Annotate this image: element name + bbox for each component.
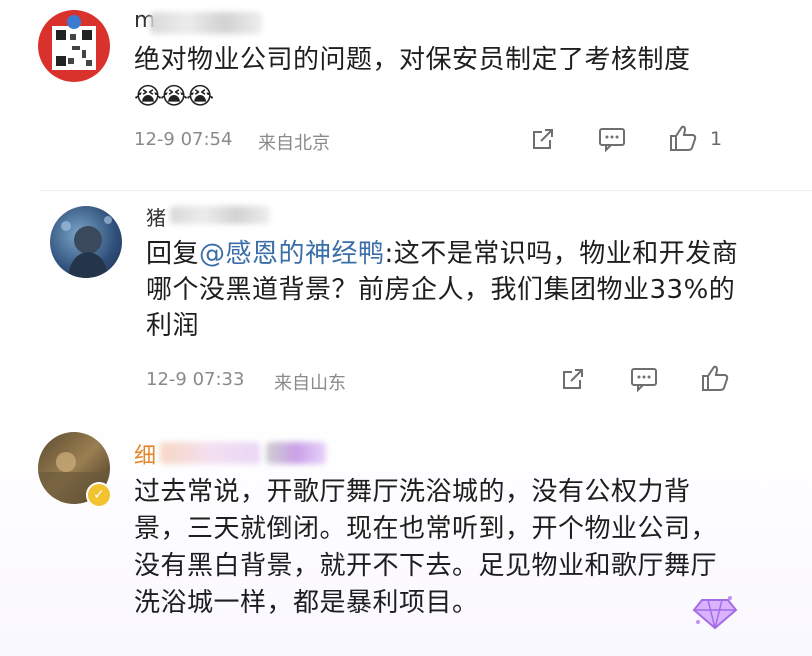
crying-emoji-icon: 😭: [186, 82, 214, 110]
verified-badge-icon: ✓: [86, 482, 112, 508]
like-count: 1: [710, 128, 723, 150]
like-icon[interactable]: [668, 124, 698, 152]
avatar-figure-icon: [61, 216, 112, 278]
mention-link[interactable]: @感恩的神经鸭: [199, 239, 385, 269]
location: 来自北京: [258, 133, 330, 154]
share-icon[interactable]: [560, 366, 586, 392]
reply-text: 回复@感恩的神经鸭:这不是常识吗，物业和开发商哪个没黑道背景？前房企人，我们集团…: [146, 236, 746, 344]
username[interactable]: 猪: [146, 202, 166, 231]
share-icon[interactable]: [530, 126, 556, 152]
comment-text: 绝对物业公司的问题，对保安员制定了考核制度: [134, 45, 691, 75]
comment-text: 过去常说，开歌厅舞厅洗浴城的，没有公权力背景，三天就倒闭。现在也常听到，开个物业…: [134, 477, 718, 618]
avatar[interactable]: [50, 206, 122, 278]
timestamp: 12-9 07:54: [134, 129, 233, 150]
blurred-username: [170, 206, 270, 224]
like-icon[interactable]: [700, 364, 730, 392]
blurred-badge: [266, 442, 326, 464]
comment-2: 猪 回复@感恩的神经鸭:这不是常识吗，物业和开发商哪个没黑道背景？前房企人，我们…: [0, 190, 812, 410]
comment-icon[interactable]: [630, 366, 658, 392]
diamond-sticker-icon: [692, 596, 738, 630]
comment-icon[interactable]: [598, 126, 626, 152]
emoji-row: 😭😭😭: [134, 82, 214, 110]
timestamp: 12-9 07:33: [146, 369, 245, 390]
comment-1: m 绝对物业公司的问题，对保安员制定了考核制度 😭😭😭 12-9 07:54 来…: [0, 0, 812, 190]
blurred-username: [150, 12, 262, 34]
comment-3: ✓ 细 过去常说，开歌厅舞厅洗浴城的，没有公权力背景，三天就倒闭。现在也常听到，…: [0, 412, 812, 656]
location: 来自山东: [274, 373, 346, 394]
blurred-username: [160, 442, 260, 464]
qr-code-avatar-icon: [52, 15, 96, 70]
crying-emoji-icon: 😭: [134, 82, 162, 110]
username[interactable]: 细: [134, 438, 156, 470]
reply-prefix: 回复: [146, 239, 200, 269]
avatar[interactable]: [38, 10, 110, 82]
crying-emoji-icon: 😭: [160, 82, 188, 110]
